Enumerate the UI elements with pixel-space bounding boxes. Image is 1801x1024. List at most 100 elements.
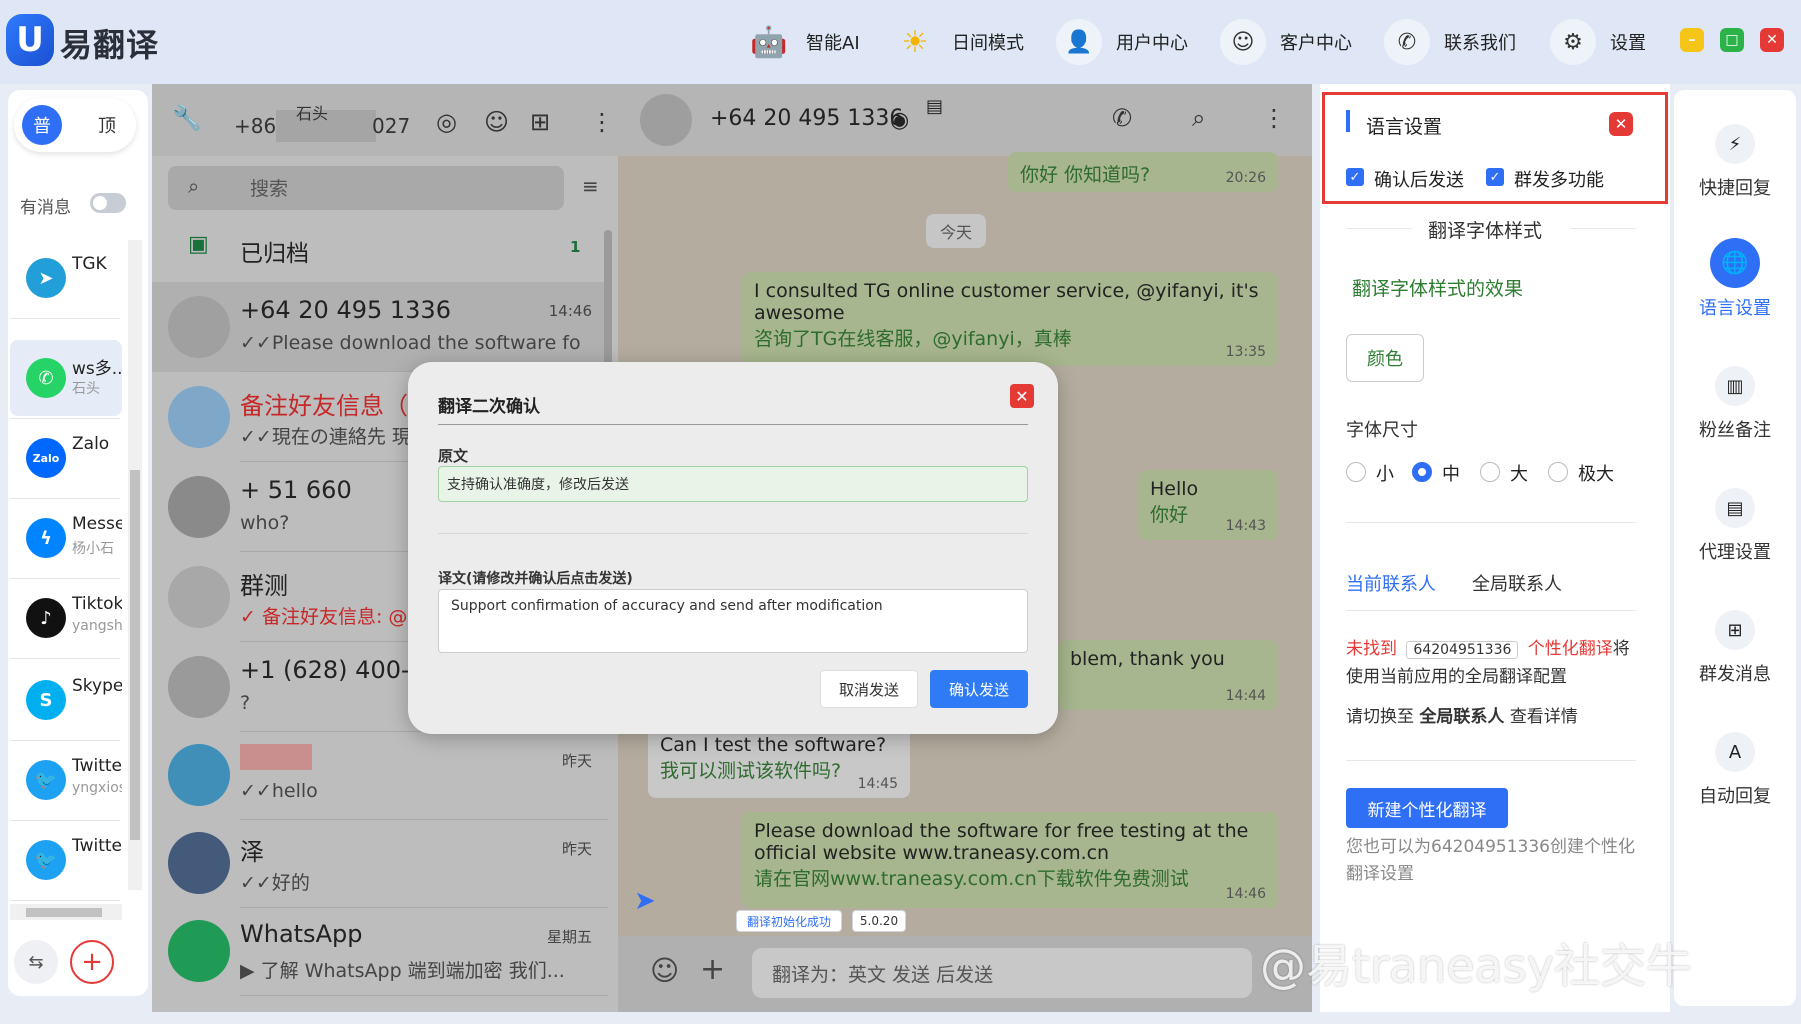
nav-settings[interactable]: ⚙ 设置 <box>1550 14 1646 70</box>
sidebar-app-item[interactable]: ➤ TGK <box>10 240 122 316</box>
chat-avatar <box>168 386 230 448</box>
size-radio-xlarge[interactable] <box>1548 462 1568 482</box>
toolbar-icon: ▥ <box>1715 366 1755 406</box>
archived-label[interactable]: 已归档 <box>240 234 309 268</box>
has-message-switch[interactable] <box>90 193 126 213</box>
message-time: 14:45 <box>857 776 898 792</box>
chat-row[interactable]: WhatsApp 星期五 ▶ 了解 WhatsApp 端到端加密 我们... <box>152 906 608 996</box>
message-time: 13:35 <box>1225 344 1266 360</box>
sidebar-app-item[interactable]: Zalo Zalo <box>10 420 122 496</box>
not-found-line2: 使用当前应用的全局翻译配置 <box>1346 667 1567 687</box>
minimize-button[interactable]: – <box>1680 28 1704 52</box>
user-icon: 👤 <box>1056 19 1102 65</box>
sidebar-scroll-thumb[interactable] <box>130 470 140 840</box>
confirm-send-button[interactable]: 确认发送 <box>930 670 1028 708</box>
group-multi-checkbox[interactable]: ✓ <box>1486 168 1504 186</box>
toolbar-item[interactable]: ▥ 粉丝备注 <box>1674 352 1796 452</box>
chat-avatar <box>168 656 230 718</box>
app-separator <box>10 498 120 499</box>
sidebar-app-item[interactable]: ♪ Tiktok yangshi. <box>10 580 122 656</box>
chat-row[interactable]: 泽 昨天 ✓✓好的 <box>152 818 608 908</box>
nav-customer-center-label: 客户中心 <box>1280 33 1352 54</box>
divider <box>1570 228 1636 229</box>
new-translate-hint: 您也可以为64204951336创建个性化翻译设置 <box>1346 837 1635 884</box>
filter-icon[interactable]: ≡ <box>582 174 599 198</box>
color-button[interactable]: 颜色 <box>1346 334 1424 382</box>
toolbar-label: 粉丝备注 <box>1699 420 1771 441</box>
original-text-field[interactable]: 支持确认准确度，修改后发送 <box>438 466 1028 502</box>
version-chip: 5.0.20 <box>852 910 906 932</box>
app-separator <box>10 820 120 821</box>
sidebar-app-item[interactable]: 🐦 Twitter <box>10 822 122 898</box>
status-icon[interactable]: ◎ <box>436 108 457 136</box>
message-time: 14:43 <box>1225 518 1266 534</box>
new-chat-icon[interactable]: ⊞ <box>530 108 550 136</box>
pin-toggle[interactable]: 普 顶 <box>14 98 136 152</box>
toolbar-item[interactable]: ⊞ 群发消息 <box>1674 596 1796 696</box>
chat-preview: ✓✓Please download the software fo... <box>240 332 580 354</box>
gear-icon: ⚙ <box>1550 19 1596 65</box>
chat-time: 昨天 <box>561 752 592 770</box>
size-label-large: 大 <box>1510 464 1528 485</box>
size-radio-large[interactable] <box>1480 462 1500 482</box>
add-app-button[interactable]: + <box>70 940 114 984</box>
message-bubble: 你好 你知道吗? 20:26 <box>1008 152 1278 192</box>
sidebar-hscroll-thumb[interactable] <box>26 908 102 917</box>
attach-icon[interactable]: + <box>700 952 725 987</box>
menu-icon[interactable]: ⋮ <box>590 108 614 136</box>
emoji-icon[interactable]: ☺ <box>650 954 679 987</box>
chat-row[interactable]: +64 20 495 1336 14:46 ✓✓Please download th… <box>152 282 608 372</box>
channels-icon[interactable]: ☺ <box>484 108 509 136</box>
nav-contact-us-label: 联系我们 <box>1444 33 1516 54</box>
conv-search-icon[interactable]: ⌕ <box>1192 104 1205 132</box>
sidebar-app-item[interactable]: ✆ ws多... 石头 <box>10 340 122 416</box>
app-icon: ✆ <box>26 358 66 398</box>
size-radio-small[interactable] <box>1346 462 1366 482</box>
sidebar-app-item[interactable]: S Skype <box>10 662 122 738</box>
settings-close-button[interactable]: ✕ <box>1609 112 1633 136</box>
translation-textarea[interactable]: Support confirmation of accuracy and sen… <box>438 589 1028 653</box>
sidebar-app-item[interactable]: ϟ Messe. 杨小石 <box>10 500 122 576</box>
message-bubble: Please download the software for free te… <box>742 812 1278 908</box>
nav-user-center[interactable]: 👤 用户中心 <box>1056 14 1188 70</box>
pin-top-button[interactable]: 顶 <box>98 112 116 138</box>
nav-contact-us[interactable]: ✆ 联系我们 <box>1384 14 1516 70</box>
tools-icon[interactable]: 🔧 <box>172 104 202 132</box>
message-text: blem, thank you <box>1070 648 1225 670</box>
cancel-send-button[interactable]: 取消发送 <box>820 670 918 708</box>
contact-avatar[interactable] <box>640 94 692 146</box>
app-name: Tiktok <box>72 594 122 614</box>
nav-customer-center[interactable]: ☺ 客户中心 <box>1220 14 1352 70</box>
toolbar-item[interactable]: 🌐 语言设置 <box>1674 230 1796 330</box>
chat-search-input[interactable] <box>168 166 564 210</box>
message-bubble: Hello 你好 14:43 <box>1138 470 1278 540</box>
toolbar-item[interactable]: A 自动回复 <box>1674 718 1796 818</box>
confirm-send-checkbox[interactable]: ✓ <box>1346 168 1364 186</box>
chat-row[interactable]: 昨天 ✓✓hello <box>152 730 608 820</box>
tab-current-contact[interactable]: 当前联系人 <box>1346 570 1436 596</box>
maximize-button[interactable]: □ <box>1720 28 1744 52</box>
switch-hint-bold: 全局联系人 <box>1419 707 1505 727</box>
dialog-divider <box>438 424 1028 425</box>
nav-ai[interactable]: 🤖 智能AI <box>746 14 860 70</box>
app-logo-icon: U <box>6 14 54 66</box>
size-radio-medium[interactable] <box>1412 462 1432 482</box>
section-marker <box>1346 110 1350 132</box>
close-window-button[interactable]: ✕ <box>1760 28 1784 52</box>
pin-common-button[interactable]: 普 <box>22 105 62 145</box>
collapse-sidebar-button[interactable]: ⇆ <box>14 940 58 984</box>
app-separator <box>10 900 120 901</box>
chat-avatar <box>168 476 230 538</box>
sun-icon: ☀ <box>892 19 938 65</box>
conv-menu-icon[interactable]: ⋮ <box>1262 104 1286 132</box>
dialog-close-button[interactable]: ✕ <box>1010 384 1034 408</box>
new-personal-translate-button[interactable]: 新建个性化翻译 <box>1346 788 1508 828</box>
nav-day-mode[interactable]: ☀ 日间模式 <box>892 14 1024 70</box>
toolbar-item[interactable]: ⚡ 快捷回复 <box>1674 110 1796 210</box>
app-account: 石头 <box>72 381 100 397</box>
archive-icon: ▣ <box>188 232 209 257</box>
call-icon[interactable]: ✆ <box>1112 104 1132 132</box>
tab-global-contact[interactable]: 全局联系人 <box>1472 570 1562 596</box>
toolbar-item[interactable]: ▤ 代理设置 <box>1674 474 1796 574</box>
sidebar-app-item[interactable]: 🐦 Twitter yngxios. <box>10 742 122 818</box>
